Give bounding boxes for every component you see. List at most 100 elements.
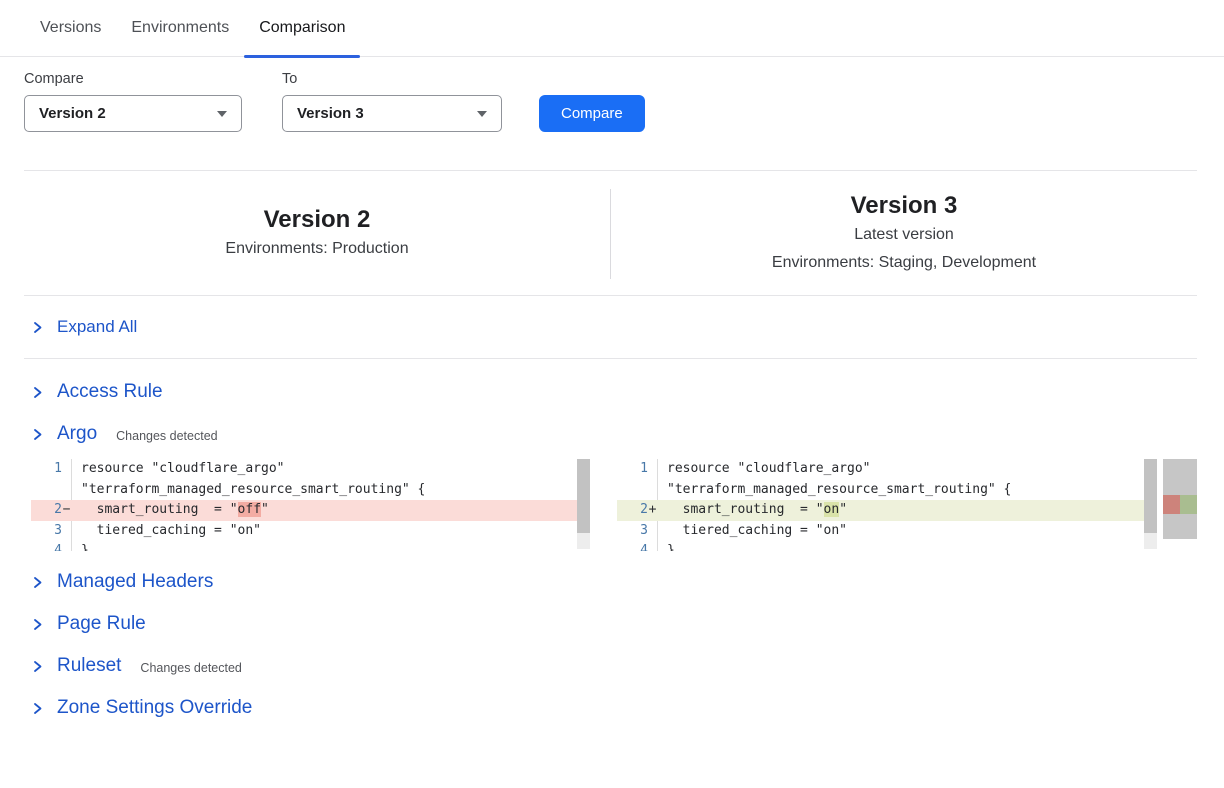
compare-label: Compare xyxy=(24,71,242,87)
scrollbar-thumb[interactable] xyxy=(577,459,590,533)
code-text: } xyxy=(72,541,577,551)
line-number: 1 xyxy=(54,459,62,480)
code-line: "terraform_managed_resource_smart_routin… xyxy=(617,480,1144,501)
code-segment: smart_routing = " xyxy=(667,502,824,517)
minimap-added-marker xyxy=(1180,495,1197,514)
diff-sign xyxy=(62,459,71,480)
code-line: 3 tiered_caching = "on" xyxy=(31,521,577,542)
section-row-zone-settings-override[interactable]: Zone Settings Override xyxy=(0,687,1224,729)
section-row-ruleset[interactable]: Ruleset Changes detected xyxy=(0,645,1224,687)
compare-from-field: Compare Version 2 xyxy=(24,71,242,132)
version-left-column: Version 2 Environments: Production xyxy=(24,171,610,295)
diff-sign xyxy=(62,480,71,501)
version-right-title: Version 3 xyxy=(851,190,958,221)
diff-sign xyxy=(62,541,71,551)
section-row-managed-headers[interactable]: Managed Headers xyxy=(0,561,1224,603)
line-number-gutter: 4 xyxy=(31,541,72,551)
section-title: Page Rule xyxy=(57,613,146,635)
tab-versions[interactable]: Versions xyxy=(25,0,116,56)
code-segment: "terraform_managed_resource_smart_routin… xyxy=(667,482,1011,497)
changes-detected-badge: Changes detected xyxy=(116,429,217,443)
compare-from-value: Version 2 xyxy=(39,105,106,122)
diff-sign xyxy=(648,541,657,551)
minimap-removed-marker xyxy=(1163,495,1180,514)
chevron-right-icon xyxy=(31,576,44,589)
tabs-bar: VersionsEnvironmentsComparison xyxy=(0,0,1224,57)
expand-all-button[interactable]: Expand All xyxy=(0,296,1224,358)
scrollbar-left[interactable] xyxy=(577,459,590,549)
minimap-change-marker xyxy=(1163,495,1197,514)
compare-from-select[interactable]: Version 2 xyxy=(24,95,242,132)
line-number: 3 xyxy=(54,521,62,542)
line-number: 2 xyxy=(640,500,648,521)
code-line: 3 tiered_caching = "on" xyxy=(617,521,1144,542)
section-title: Argo xyxy=(57,423,97,445)
diff-sign xyxy=(62,521,71,542)
line-number: 2 xyxy=(54,500,62,521)
code-line: 2+ smart_routing = "on" xyxy=(617,500,1144,521)
line-number-gutter xyxy=(617,480,658,501)
tab-environments[interactable]: Environments xyxy=(116,0,244,56)
compare-form: Compare Version 2 To Version 3 Compare xyxy=(24,71,1224,132)
expand-all-label: Expand All xyxy=(57,317,137,337)
diff-sign xyxy=(648,459,657,480)
chevron-down-icon xyxy=(477,111,487,117)
diff-sign: − xyxy=(62,500,71,521)
code-line: 2− smart_routing = "off" xyxy=(31,500,577,521)
section-row-page-rule[interactable]: Page Rule xyxy=(0,603,1224,645)
changes-detected-badge: Changes detected xyxy=(140,661,241,675)
code-text: tiered_caching = "on" xyxy=(658,521,1144,542)
to-label: To xyxy=(282,71,502,87)
section-title: Managed Headers xyxy=(57,571,213,593)
code-segment: tiered_caching = "on" xyxy=(667,523,847,538)
code-text: tiered_caching = "on" xyxy=(72,521,577,542)
section-row-argo[interactable]: Argo Changes detected xyxy=(0,413,1224,455)
code-area: 1 resource "cloudflare_argo" "terraform_ma… xyxy=(31,459,577,551)
scrollbar-right[interactable] xyxy=(1144,459,1157,549)
code-segment: resource "cloudflare_argo" xyxy=(667,461,871,476)
version-left-title: Version 2 xyxy=(264,204,371,235)
diff-sign xyxy=(648,480,657,501)
section-title: Ruleset xyxy=(57,655,121,677)
tab-comparison[interactable]: Comparison xyxy=(244,0,360,56)
diff-panel-right: 1 resource "cloudflare_argo" "terraform_ma… xyxy=(617,459,1157,551)
code-line: "terraform_managed_resource_smart_routin… xyxy=(31,480,577,501)
line-number-gutter: 2+ xyxy=(617,500,658,521)
code-segment: "terraform_managed_resource_smart_routin… xyxy=(81,482,425,497)
code-segment: " xyxy=(261,502,269,517)
line-number: 4 xyxy=(54,541,62,551)
line-number: 4 xyxy=(640,541,648,551)
diff-minimap[interactable] xyxy=(1163,459,1197,539)
line-number-gutter xyxy=(31,480,72,501)
diff-sign: + xyxy=(648,500,657,521)
line-number: 3 xyxy=(640,521,648,542)
code-segment: } xyxy=(667,543,675,551)
code-text: smart_routing = "on" xyxy=(658,500,1144,521)
line-number-gutter: 1 xyxy=(31,459,72,480)
code-text: resource "cloudflare_argo" xyxy=(658,459,1144,480)
code-text: smart_routing = "off" xyxy=(72,500,577,521)
chevron-right-icon xyxy=(31,321,44,334)
chevron-right-icon xyxy=(31,386,44,399)
code-segment: tiered_caching = "on" xyxy=(81,523,261,538)
code-area: 1 resource "cloudflare_argo" "terraform_ma… xyxy=(617,459,1144,551)
scrollbar-thumb[interactable] xyxy=(1144,459,1157,533)
diff-viewer: 1 resource "cloudflare_argo" "terraform_ma… xyxy=(31,459,1224,551)
chevron-right-icon xyxy=(31,702,44,715)
compare-button[interactable]: Compare xyxy=(539,95,645,132)
code-line: 1 resource "cloudflare_argo" xyxy=(617,459,1144,480)
diff-panel-left: 1 resource "cloudflare_argo" "terraform_ma… xyxy=(31,459,590,551)
line-number-gutter: 3 xyxy=(31,521,72,542)
code-segment: " xyxy=(839,502,847,517)
line-number: 1 xyxy=(640,459,648,480)
line-number-gutter: 2− xyxy=(31,500,72,521)
line-number-gutter: 3 xyxy=(617,521,658,542)
code-text: resource "cloudflare_argo" xyxy=(72,459,577,480)
line-number-gutter: 1 xyxy=(617,459,658,480)
version-left-environments: Environments: Production xyxy=(225,235,408,263)
section-row-access-rule[interactable]: Access Rule xyxy=(0,371,1224,413)
version-right-latest-label: Latest version xyxy=(854,221,954,249)
compare-to-select[interactable]: Version 3 xyxy=(282,95,502,132)
code-text: "terraform_managed_resource_smart_routin… xyxy=(658,480,1144,501)
line-number-gutter: 4 xyxy=(617,541,658,551)
